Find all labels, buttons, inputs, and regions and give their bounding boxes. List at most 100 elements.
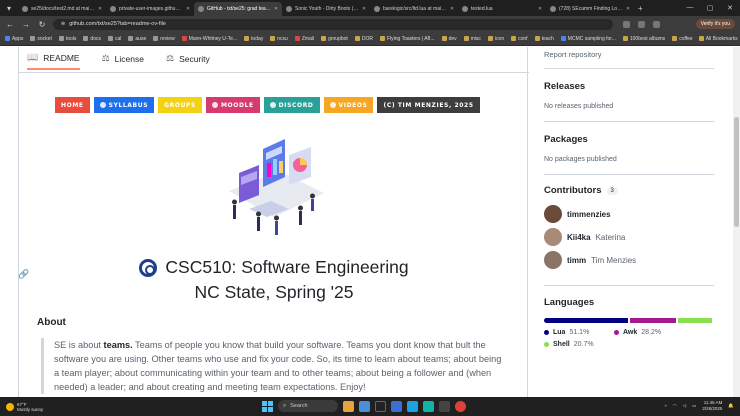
bookmark-item[interactable]: ause [128, 36, 146, 42]
app-icon[interactable] [423, 400, 434, 412]
wifi-icon[interactable]: ◠ [673, 403, 677, 409]
contributor-item[interactable]: timmenzies [544, 205, 616, 223]
bookmark-item[interactable]: teach [534, 36, 554, 42]
bookmark-item[interactable]: review [153, 36, 175, 42]
contributor-login[interactable]: timm [567, 256, 586, 265]
close-tab-icon[interactable]: ✕ [626, 6, 630, 12]
language-item[interactable]: Shell 20.7% [544, 341, 594, 348]
contributor-item[interactable]: timm Tim Menzies [544, 251, 636, 269]
contributor-login[interactable]: timmenzies [567, 210, 611, 219]
extension-icon[interactable] [653, 20, 660, 28]
windows-start-icon[interactable] [262, 400, 273, 412]
bookmark-item[interactable]: today [244, 36, 263, 42]
packages-heading[interactable]: Packages [544, 134, 588, 145]
bookmark-item[interactable]: Apps [5, 36, 23, 42]
scrollbar-thumb[interactable] [734, 117, 739, 227]
folder-icon [511, 36, 517, 41]
reload-icon[interactable]: ↻ [37, 20, 47, 29]
volume-icon[interactable]: ◁ [683, 403, 686, 409]
avatar[interactable] [544, 251, 562, 269]
bookmark-item[interactable]: groupbot [321, 36, 348, 42]
notification-icon[interactable]: 🔔 [728, 403, 734, 409]
app-icon[interactable] [375, 400, 386, 412]
close-tab-icon[interactable]: ✕ [362, 6, 366, 12]
badge-link[interactable]: Discord [263, 97, 320, 113]
address-bar[interactable]: ⊜ github.com/txt/se25?tab=readme-ov-file [53, 18, 613, 30]
bookmark-item[interactable]: ncsu [270, 36, 288, 42]
badge-link[interactable]: Groups [158, 97, 202, 113]
forward-icon[interactable]: → [21, 20, 31, 29]
browser-tab[interactable]: barelogic/src/ltd.lua at main - t ✕ [370, 2, 458, 16]
weather-widget[interactable]: 67°F Mostly sunny [0, 402, 43, 412]
browser-tab[interactable]: (728) SEcamm Finding Logic - ✕ [546, 2, 634, 16]
edge-icon[interactable] [407, 400, 418, 412]
app-icon[interactable] [439, 400, 450, 412]
chevron-up-icon[interactable]: ^ [665, 404, 667, 409]
extension-icon[interactable] [623, 20, 630, 28]
close-tab-icon[interactable]: ✕ [274, 6, 278, 12]
back-icon[interactable]: ← [5, 20, 15, 29]
bookmark-item[interactable]: misc [463, 36, 481, 42]
contributor-login[interactable]: Kii4ka [567, 233, 591, 242]
chrome-icon[interactable] [455, 400, 466, 412]
battery-icon[interactable]: ▭ [692, 403, 696, 409]
tab-readme[interactable]: 📖 README [27, 52, 80, 70]
avatar[interactable] [544, 228, 562, 246]
app-icon[interactable] [343, 400, 354, 412]
languages-title: Languages [544, 297, 595, 308]
app-icon[interactable] [391, 400, 402, 412]
tab-security[interactable]: ⚖ Security [166, 53, 210, 69]
bookmark-item[interactable]: MCMC sampling for... [560, 36, 616, 42]
close-tab-icon[interactable]: ✕ [98, 6, 102, 12]
close-tab-icon[interactable]: ✕ [538, 6, 542, 12]
close-tab-icon[interactable]: ✕ [450, 6, 454, 12]
browser-tab[interactable]: private-user-images.githubuse ✕ [106, 2, 194, 16]
language-item[interactable]: Awk 28.2% [614, 329, 661, 336]
page-scrollbar[interactable] [733, 47, 740, 397]
contributor-item[interactable]: Kii4ka Katerina [544, 228, 625, 246]
bookmark-item[interactable]: cal [107, 36, 121, 42]
browser-tab[interactable]: se25/docs/test2.md at main - ti ✕ [18, 2, 106, 16]
bookmark-item[interactable]: conf [511, 36, 528, 42]
bookmark-item[interactable]: coffee [672, 36, 693, 42]
minimize-icon[interactable]: — [680, 4, 700, 12]
new-tab-button[interactable]: + [634, 4, 647, 13]
site-info-icon[interactable]: ⊜ [61, 21, 65, 27]
releases-heading[interactable]: Releases [544, 81, 585, 92]
browser-tab[interactable]: GitHub - txt/se25: grad teachin ✕ [194, 2, 282, 16]
bookmark-item[interactable]: Zmail [294, 36, 314, 42]
bookmark-item[interactable]: DOR [354, 36, 373, 42]
badge-link[interactable]: Syllabus [93, 97, 155, 113]
close-tab-icon[interactable]: ✕ [186, 6, 190, 12]
browser-tab[interactable]: Sonic Youth - Dirty Boots (Rem ✕ [282, 2, 370, 16]
clock[interactable]: 11:45 AM 2/26/2025 [702, 400, 722, 412]
tab-license[interactable]: ⚖ License [102, 53, 144, 69]
all-bookmarks-button[interactable]: All Bookmarks [698, 36, 738, 42]
bookmark-item[interactable]: socket [30, 36, 52, 42]
maximize-icon[interactable]: ▢ [700, 4, 720, 12]
bookmark-item[interactable]: docs [83, 36, 101, 42]
report-repository-link[interactable]: Report repository [544, 50, 602, 59]
badge-link[interactable]: (c) Tim Menzies, 2025 [377, 97, 480, 113]
app-icon[interactable] [359, 400, 370, 412]
language-item[interactable]: Lua 51.1% [544, 329, 589, 336]
contributors-heading[interactable]: Contributors 3 [544, 185, 618, 196]
bookmark-item[interactable]: Mann-Whitney U-Te... [181, 36, 237, 42]
badge-link[interactable]: Videos [323, 97, 374, 113]
avatar[interactable] [544, 205, 562, 223]
bookmark-item[interactable]: Flying Toasters | AfI... [379, 36, 435, 42]
close-window-icon[interactable]: ✕ [720, 4, 740, 12]
bookmark-item[interactable]: tools [58, 35, 77, 42]
bookmark-item[interactable]: dev [441, 36, 457, 42]
extension-icon[interactable] [638, 20, 645, 28]
badge-link[interactable]: Moodle [205, 97, 260, 113]
tab-search-icon[interactable]: ▾ [0, 0, 18, 16]
syllabus-icon [99, 102, 106, 108]
taskbar-search[interactable]: ⌕ Search [278, 400, 338, 412]
profile-button[interactable]: Verify it's you [695, 19, 735, 29]
bookmark-item[interactable]: icon [487, 36, 504, 42]
browser-tab[interactable]: tested.lua ✕ [458, 2, 546, 16]
badge-link[interactable]: Home [55, 97, 90, 113]
bookmark-item[interactable]: 100best albums [622, 36, 665, 42]
bookmark-label: tools [65, 35, 77, 42]
